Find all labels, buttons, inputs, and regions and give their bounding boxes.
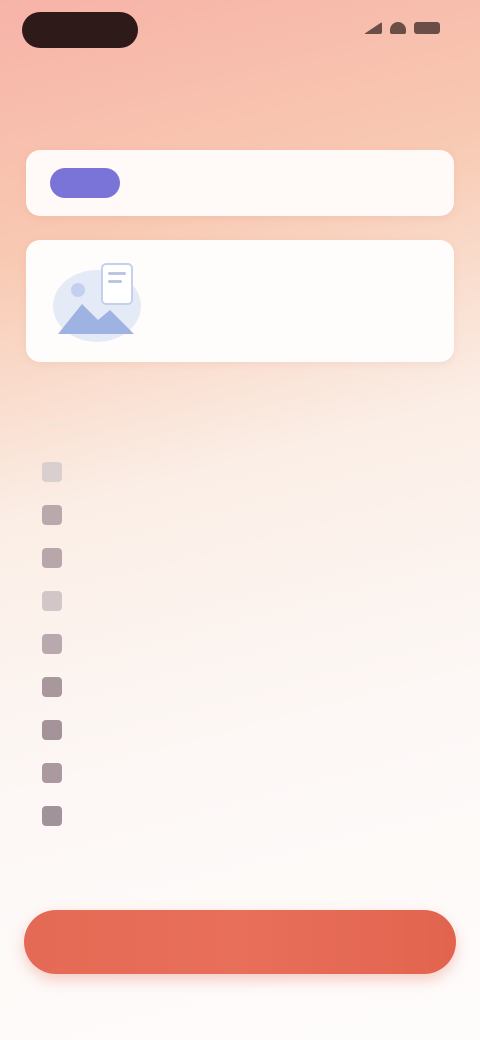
document-icon bbox=[42, 676, 62, 697]
document-icon bbox=[42, 762, 62, 783]
list-count-badge bbox=[50, 424, 64, 426]
document-illustration-icon bbox=[53, 263, 141, 342]
document-icon bbox=[42, 504, 62, 525]
status-time-pill bbox=[22, 12, 138, 48]
document-icon bbox=[42, 547, 62, 568]
status-bar bbox=[0, 0, 480, 60]
search-bar[interactable] bbox=[26, 150, 454, 216]
list-header bbox=[26, 400, 454, 450]
battery-icon bbox=[414, 22, 440, 34]
list-item[interactable] bbox=[26, 622, 454, 665]
list-item[interactable] bbox=[26, 579, 454, 622]
list-item[interactable] bbox=[26, 493, 454, 536]
list-item[interactable] bbox=[26, 450, 454, 493]
checkbox-icon bbox=[42, 461, 62, 482]
signal-icon bbox=[364, 22, 382, 34]
status-icons bbox=[364, 22, 440, 34]
promo-card[interactable] bbox=[26, 240, 454, 362]
list-item[interactable] bbox=[26, 751, 454, 794]
checkbox-icon bbox=[42, 590, 62, 611]
list-item[interactable] bbox=[26, 665, 454, 708]
list-section bbox=[26, 400, 454, 837]
document-icon bbox=[42, 719, 62, 740]
document-icon bbox=[42, 633, 62, 654]
primary-action-button[interactable] bbox=[24, 910, 456, 974]
list-item[interactable] bbox=[26, 536, 454, 579]
document-icon bbox=[42, 805, 62, 826]
list-item[interactable] bbox=[26, 708, 454, 751]
search-category-badge[interactable] bbox=[50, 168, 120, 198]
wifi-icon bbox=[390, 22, 406, 34]
list-items bbox=[26, 450, 454, 837]
list-item[interactable] bbox=[26, 794, 454, 837]
